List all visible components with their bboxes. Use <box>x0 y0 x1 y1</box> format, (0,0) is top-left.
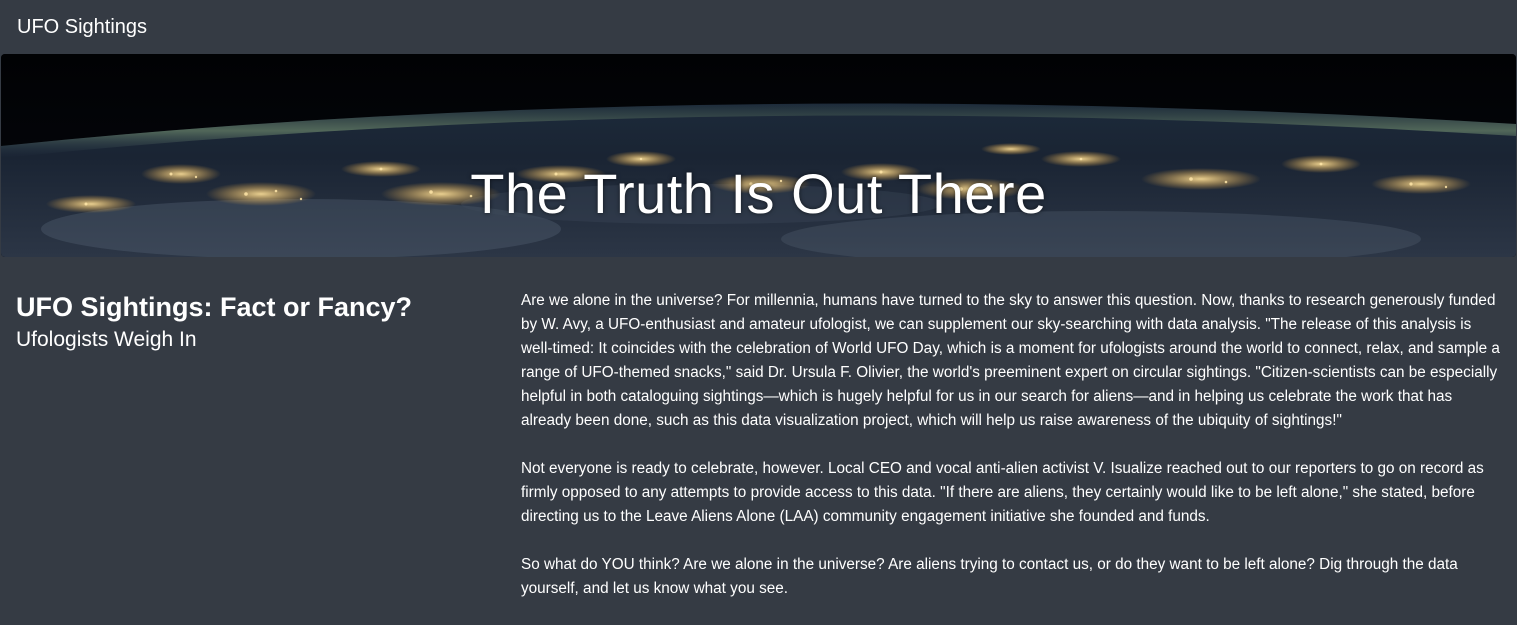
earth-at-night-image <box>1 54 1516 257</box>
navbar-brand-link[interactable]: UFO Sightings <box>17 15 147 39</box>
article-sidebar: UFO Sightings: Fact or Fancy? Ufologists… <box>16 290 486 354</box>
hero-title: The Truth Is Out There <box>470 161 1047 225</box>
article-heading: UFO Sightings: Fact or Fancy? <box>16 292 413 322</box>
article-subheading: Ufologists Weigh In <box>16 328 197 351</box>
hero-banner: The Truth Is Out There <box>1 54 1516 257</box>
article-body: Are we alone in the universe? For millen… <box>521 289 1506 625</box>
article-paragraph-3: So what do YOU think? Are we alone in th… <box>521 556 1458 597</box>
navbar: UFO Sightings <box>0 0 1517 54</box>
article-paragraph-1: Are we alone in the universe? For millen… <box>521 292 1500 429</box>
article-paragraph-2: Not everyone is ready to celebrate, howe… <box>521 460 1484 525</box>
